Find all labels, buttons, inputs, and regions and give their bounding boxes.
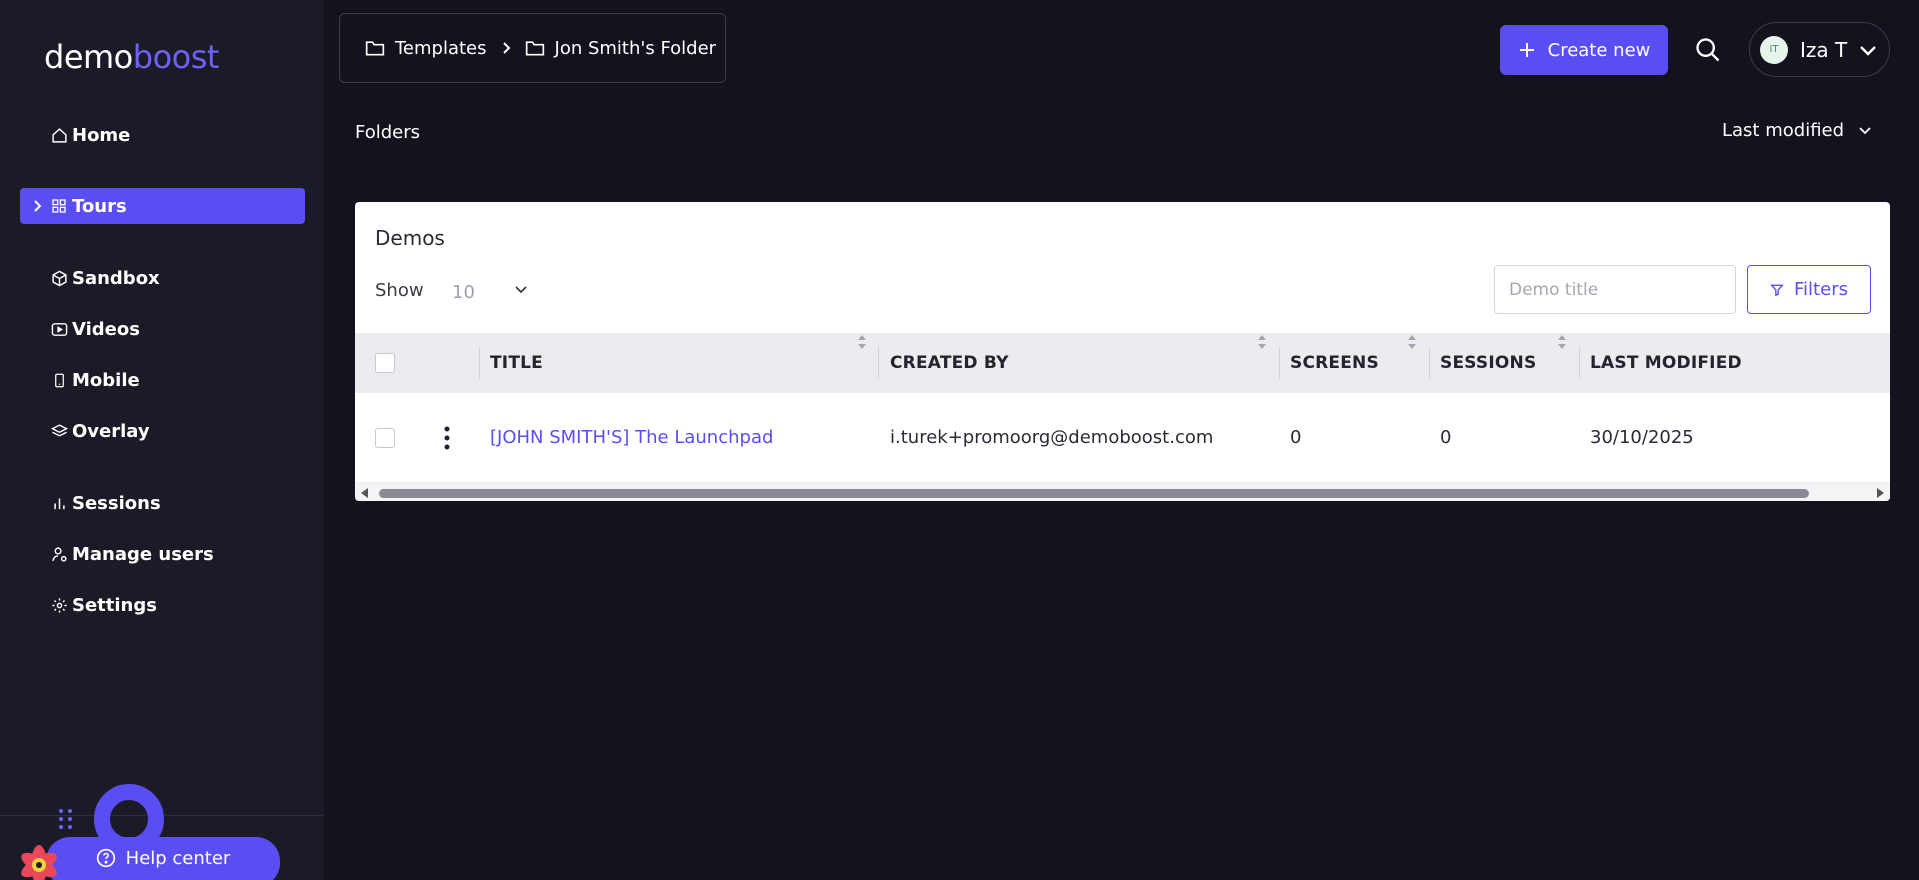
sidebar-item-mobile[interactable]: Mobile: [20, 362, 305, 398]
gear-icon: [50, 596, 68, 614]
folders-title: Folders: [355, 122, 421, 143]
search-icon[interactable]: [1694, 36, 1722, 64]
sort-label: Last modified: [1722, 120, 1845, 141]
select-all-checkbox[interactable]: [375, 353, 395, 373]
column-divider: [479, 347, 480, 379]
demo-title-link[interactable]: [JOHN SMITH'S] The Launchpad: [490, 427, 773, 448]
user-menu[interactable]: IT Iza T: [1749, 22, 1890, 77]
column-header-screens[interactable]: SCREENS: [1290, 333, 1379, 393]
sidebar-item-sessions[interactable]: Sessions: [20, 485, 305, 521]
mobile-icon: [50, 371, 68, 389]
sidebar-item-label: Home: [72, 124, 131, 146]
show-label: Show: [375, 280, 424, 301]
breadcrumb-item-templates[interactable]: Templates: [365, 38, 487, 59]
chevron-right-icon: [501, 41, 511, 55]
chevron-right-icon: [32, 199, 42, 213]
column-divider: [1279, 347, 1280, 379]
avatar: IT: [1760, 35, 1788, 64]
filters-label: Filters: [1794, 279, 1848, 300]
bar-chart-icon: [50, 494, 68, 512]
sidebar-item-label: Overlay: [72, 420, 150, 442]
breadcrumb-item-folder[interactable]: Jon Smith's Folder: [525, 37, 717, 59]
question-circle-icon: [96, 848, 116, 868]
demos-title: Demos: [375, 226, 445, 250]
sidebar-item-label: Sessions: [72, 492, 161, 514]
sidebar-item-manage-users[interactable]: Manage users: [20, 536, 305, 572]
sidebar-item-tours[interactable]: Tours: [20, 188, 305, 224]
breadcrumb: Templates Jon Smith's Folder: [339, 13, 726, 83]
sidebar-item-sandbox[interactable]: Sandbox: [20, 260, 305, 296]
column-header-title[interactable]: TITLE: [490, 333, 543, 393]
sidebar-item-label: Settings: [72, 594, 157, 616]
table-row[interactable]: [JOHN SMITH'S] The Launchpad i.turek+pro…: [355, 393, 1890, 483]
folder-icon: [525, 39, 545, 57]
column-divider: [1429, 347, 1430, 379]
column-header-sessions[interactable]: SESSIONS: [1440, 333, 1536, 393]
react-devtools-icon[interactable]: [16, 845, 62, 880]
demo-title-search-input[interactable]: [1494, 265, 1736, 314]
last-modified-cell: 30/10/2025: [1590, 427, 1694, 448]
column-divider: [1579, 347, 1580, 379]
column-divider: [878, 347, 879, 379]
page-size-select[interactable]: 10: [452, 277, 528, 307]
created-by-cell: i.turek+promoorg@demoboost.com: [890, 427, 1214, 448]
sidebar-item-settings[interactable]: Settings: [20, 587, 305, 623]
help-center-label: Help center: [125, 847, 231, 869]
sidebar: demoboost Home Tours Sandbox Videos Mobi…: [0, 0, 324, 880]
drag-dots-icon[interactable]: [58, 808, 74, 832]
screens-cell: 0: [1290, 427, 1302, 448]
create-new-button[interactable]: Create new: [1500, 25, 1668, 75]
sessions-cell: 0: [1440, 427, 1452, 448]
row-checkbox[interactable]: [375, 428, 395, 448]
chevron-down-icon: [1858, 126, 1872, 136]
more-actions-icon[interactable]: [444, 426, 450, 450]
column-header-created-by[interactable]: CREATED BY: [890, 333, 1009, 393]
breadcrumb-label: Jon Smith's Folder: [554, 37, 717, 59]
filters-button[interactable]: Filters: [1747, 265, 1871, 314]
breadcrumb-label: Templates: [395, 37, 487, 59]
sidebar-item-videos[interactable]: Videos: [20, 311, 305, 347]
sort-icon[interactable]: [1407, 333, 1417, 351]
help-center-button[interactable]: Help center: [46, 837, 280, 880]
sidebar-item-label: Mobile: [72, 369, 140, 391]
sidebar-item-label: Tours: [72, 195, 127, 217]
chevron-down-icon: [514, 285, 528, 295]
video-icon: [50, 320, 68, 338]
user-name: Iza T: [1800, 37, 1848, 62]
chevron-down-icon: [1859, 44, 1877, 56]
sidebar-item-label: Videos: [72, 318, 140, 340]
folder-icon: [365, 39, 385, 57]
table-header: TITLE CREATED BY SCREENS SESSIONS LAST M…: [355, 333, 1890, 393]
cube-icon: [50, 269, 68, 287]
filter-icon: [1770, 283, 1784, 297]
page-size-value: 10: [452, 281, 475, 303]
sidebar-item-overlay[interactable]: Overlay: [20, 413, 305, 449]
scroll-right-arrow-icon[interactable]: [1876, 488, 1884, 498]
demos-panel: Demos Show 10 Filters TITLE CREATED BY: [355, 202, 1890, 501]
plus-icon: [1518, 41, 1536, 59]
create-new-label: Create new: [1547, 39, 1651, 61]
sort-select[interactable]: Last modified: [1722, 120, 1872, 141]
scrollbar-thumb[interactable]: [379, 489, 1809, 498]
user-cog-icon: [50, 545, 68, 563]
horizontal-scrollbar[interactable]: [355, 483, 1890, 501]
grid-icon: [50, 197, 68, 215]
sort-icon[interactable]: [1557, 333, 1567, 351]
sidebar-item-label: Manage users: [72, 543, 214, 565]
column-header-last-modified[interactable]: LAST MODIFIED: [1590, 333, 1742, 393]
scroll-left-arrow-icon[interactable]: [361, 488, 369, 498]
sidebar-item-label: Sandbox: [72, 267, 160, 289]
sort-icon[interactable]: [857, 333, 867, 351]
home-icon: [50, 126, 68, 144]
layers-icon: [50, 422, 68, 440]
sort-icon[interactable]: [1257, 333, 1267, 351]
sidebar-item-home[interactable]: Home: [20, 117, 305, 153]
logo[interactable]: demoboost: [44, 38, 219, 76]
